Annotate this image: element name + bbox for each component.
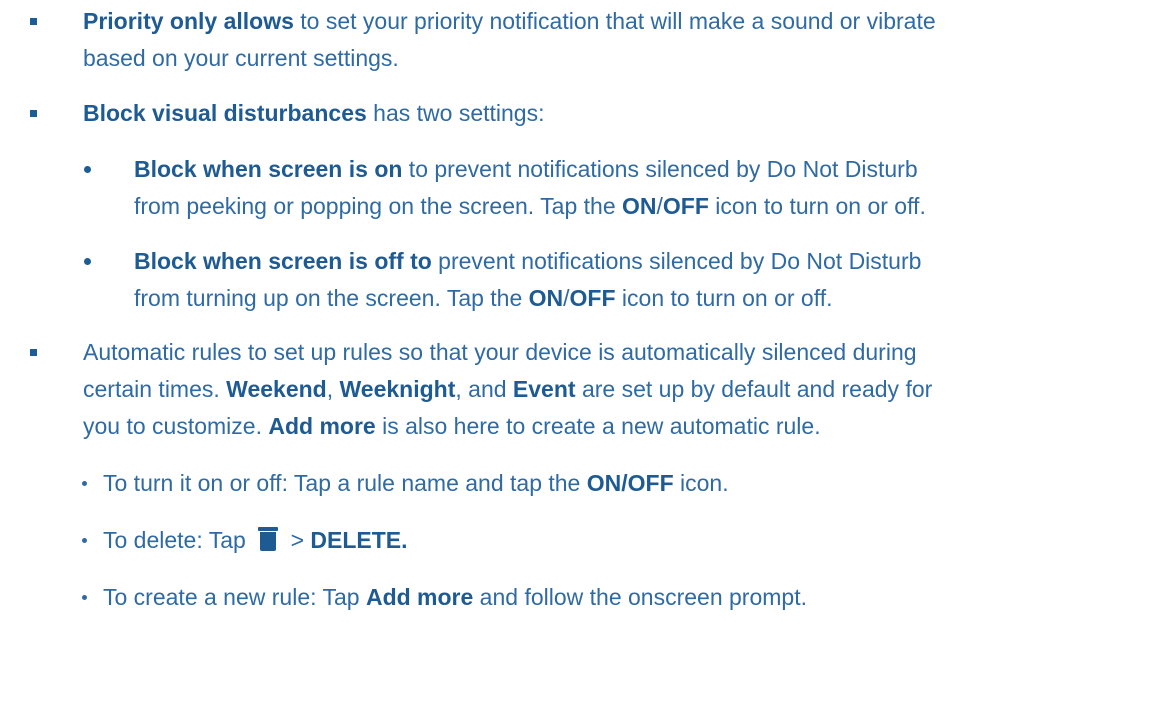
on-label: ON bbox=[622, 193, 657, 219]
priority-line-1: Priority only allows to set your priorit… bbox=[83, 4, 936, 38]
square-bullet bbox=[30, 349, 37, 356]
add-more-label: Add more bbox=[268, 413, 376, 439]
turn-on-off-end: icon. bbox=[673, 470, 729, 496]
priority-line-2-text: based on your current settings. bbox=[83, 45, 399, 71]
trash-body bbox=[260, 532, 277, 551]
weekend-label: Weekend bbox=[226, 376, 327, 402]
square-bullet bbox=[30, 110, 37, 117]
block-off-rest: prevent notifications silenced by Do Not… bbox=[431, 248, 922, 274]
small-bullet bbox=[82, 595, 87, 600]
block-off-bold: Block when screen is off to bbox=[134, 248, 432, 274]
priority-line-2: based on your current settings. bbox=[83, 41, 399, 75]
square-bullet bbox=[30, 18, 37, 25]
create-start: To create a new rule: Tap bbox=[103, 584, 366, 610]
automatic-line-1-text: Automatic rules to set up rules so that … bbox=[83, 339, 917, 365]
delete-mid: > bbox=[284, 527, 311, 553]
delete-label: DELETE. bbox=[310, 527, 408, 553]
block-on-line-2-start: from peeking or popping on the screen. T… bbox=[134, 193, 623, 219]
small-bullet bbox=[82, 538, 87, 543]
automatic-line-2-end: are set up by default and ready for bbox=[575, 376, 933, 402]
block-off-line-2-end: icon to turn on or off. bbox=[615, 285, 833, 311]
turn-on-off-start: To turn it on or off: Tap a rule name an… bbox=[103, 470, 587, 496]
automatic-line-2: certain times. Weekend, Weeknight, and E… bbox=[83, 372, 932, 406]
round-bullet bbox=[84, 258, 91, 265]
automatic-line-3-start: you to customize. bbox=[83, 413, 269, 439]
block-off-line-1: Block when screen is off to prevent noti… bbox=[134, 244, 921, 278]
block-off-line-2: from turning up on the screen. Tap the O… bbox=[134, 281, 832, 315]
turn-on-off-line: To turn it on or off: Tap a rule name an… bbox=[103, 466, 729, 500]
priority-bold: Priority only allows bbox=[83, 8, 294, 34]
round-bullet bbox=[84, 166, 91, 173]
small-bullet bbox=[82, 481, 87, 486]
automatic-line-1: Automatic rules to set up rules so that … bbox=[83, 335, 917, 369]
delete-line: To delete: Tap > DELETE. bbox=[103, 523, 408, 557]
off-label: OFF bbox=[569, 285, 616, 311]
event-label: Event bbox=[512, 376, 576, 402]
block-visual-bold: Block visual disturbances bbox=[83, 100, 367, 126]
block-on-line-2: from peeking or popping on the screen. T… bbox=[134, 189, 926, 223]
block-visual-rest: has two settings: bbox=[366, 100, 545, 126]
block-on-line-2-end: icon to turn on or off. bbox=[708, 193, 926, 219]
document-page: Priority only allows to set your priorit… bbox=[0, 0, 1153, 702]
on-off-label: ON/OFF bbox=[586, 470, 674, 496]
delete-start: To delete: Tap bbox=[103, 527, 253, 553]
block-off-line-2-start: from turning up on the screen. Tap the bbox=[134, 285, 529, 311]
block-visual-line: Block visual disturbances has two settin… bbox=[83, 96, 544, 130]
block-on-bold: Block when screen is on bbox=[134, 156, 403, 182]
block-on-line-1: Block when screen is on to prevent notif… bbox=[134, 152, 918, 186]
trash-icon bbox=[256, 526, 280, 552]
off-label: OFF bbox=[662, 193, 709, 219]
trash-lid bbox=[258, 527, 279, 531]
add-more-label: Add more bbox=[365, 584, 474, 610]
weeknight-label: Weeknight bbox=[339, 376, 456, 402]
and-text: , and bbox=[455, 376, 513, 402]
automatic-line-2-start: certain times. bbox=[83, 376, 227, 402]
automatic-line-3-end: is also here to create a new automatic r… bbox=[375, 413, 821, 439]
on-label: ON bbox=[528, 285, 564, 311]
automatic-line-3: you to customize. Add more is also here … bbox=[83, 409, 821, 443]
create-line: To create a new rule: Tap Add more and f… bbox=[103, 580, 807, 614]
block-on-rest: to prevent notifications silenced by Do … bbox=[402, 156, 918, 182]
comma: , bbox=[326, 376, 340, 402]
create-end: and follow the onscreen prompt. bbox=[473, 584, 807, 610]
priority-rest: to set your priority notification that w… bbox=[293, 8, 936, 34]
